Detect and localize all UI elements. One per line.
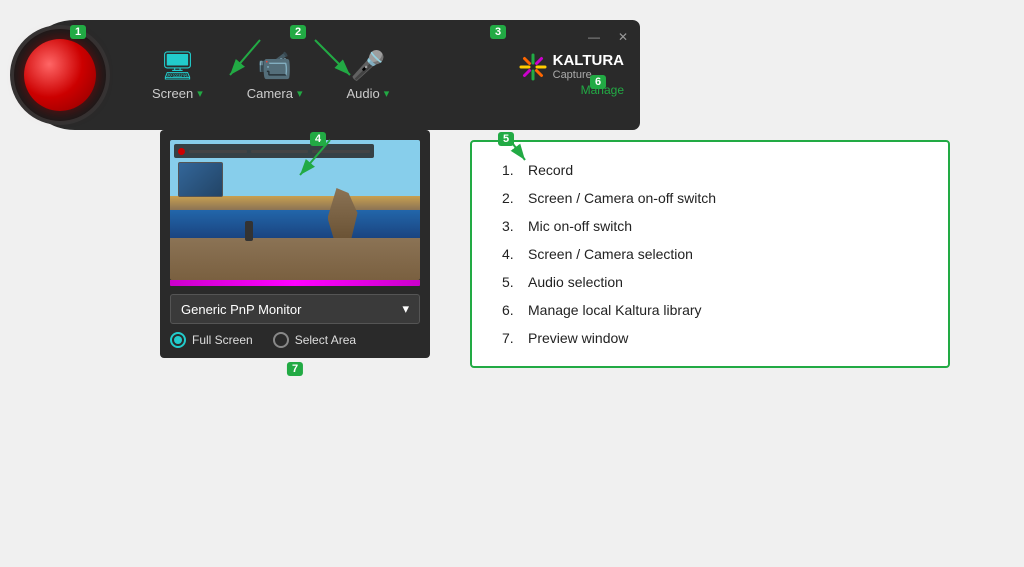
badge-1: 1 (70, 25, 86, 39)
brand-capture-text: Capture (553, 69, 624, 81)
record-button[interactable] (24, 39, 96, 111)
screen-chevron: ▾ (197, 87, 203, 100)
list-item: 6. Manage local Kaltura library (502, 302, 918, 318)
list-item: 3. Mic on-off switch (502, 218, 918, 234)
item-text: Manage local Kaltura library (528, 302, 702, 318)
item-text: Record (528, 162, 573, 178)
monitor-selector[interactable]: Generic PnP Monitor ▾ (170, 294, 420, 324)
item-text: Screen / Camera on-off switch (528, 190, 716, 206)
list-item: 1. Record (502, 162, 918, 178)
mic-icon: 🎤 (350, 49, 385, 82)
toolbar: — ✕ 🖥 Screen ▾ 📹 Camera ▾ 🎤 (20, 20, 640, 130)
minimize-button[interactable]: — (584, 28, 604, 46)
preview-cam-mini (178, 162, 223, 197)
list-item: 4. Screen / Camera selection (502, 246, 918, 262)
close-button[interactable]: ✕ (614, 28, 632, 46)
item-num: 4. (502, 246, 522, 262)
screen-icon: 🖥 (160, 49, 196, 82)
preview-options: Full Screen Select Area (170, 332, 420, 348)
badge-2: 2 (290, 25, 306, 39)
brand-kaltura-text: KALTURA (553, 53, 624, 70)
monitor-chevron: ▾ (402, 301, 409, 317)
camera-chevron: ▾ (297, 87, 303, 100)
item-text: Audio selection (528, 274, 623, 290)
select-area-option[interactable]: Select Area (273, 332, 356, 348)
preview-panel: 7 Generic PnP Monitor ▾ Full Screen Sele… (160, 130, 430, 358)
preview-person (245, 221, 253, 241)
badge-6: 6 (590, 75, 606, 89)
select-area-radio[interactable] (273, 332, 289, 348)
item-num: 1. (502, 162, 522, 178)
audio-label: Audio ▾ (347, 86, 390, 101)
toolbar-controls: 🖥 Screen ▾ 📹 Camera ▾ 🎤 Audio ▾ (130, 49, 624, 101)
list-item: 5. Audio selection (502, 274, 918, 290)
item-num: 2. (502, 190, 522, 206)
item-num: 6. (502, 302, 522, 318)
screen-label: Screen ▾ (152, 86, 203, 101)
main-container: — ✕ 🖥 Screen ▾ 📹 Camera ▾ 🎤 (20, 20, 1000, 550)
preview-rec-dot (178, 148, 185, 155)
item-text: Screen / Camera selection (528, 246, 693, 262)
info-list: 1. Record 2. Screen / Camera on-off swit… (502, 162, 918, 346)
badge-3: 3 (490, 25, 506, 39)
info-panel: 1. Record 2. Screen / Camera on-off swit… (470, 140, 950, 368)
camera-icon: 📹 (257, 49, 292, 82)
preview-mini-bar3 (312, 150, 370, 153)
audio-chevron: ▾ (384, 87, 390, 100)
radio-inner (174, 336, 182, 344)
list-item: 7. Preview window (502, 330, 918, 346)
screen-control[interactable]: 🖥 Screen ▾ (130, 49, 225, 101)
camera-label: Camera ▾ (247, 86, 303, 101)
list-item: 2. Screen / Camera on-off switch (502, 190, 918, 206)
brand-logo: KALTURA Capture (519, 53, 624, 82)
badge-5: 5 (498, 132, 514, 146)
audio-control[interactable]: 🎤 Audio ▾ (325, 49, 412, 101)
record-button-wrap (10, 25, 110, 125)
full-screen-label: Full Screen (192, 333, 253, 347)
camera-control[interactable]: 📹 Camera ▾ (225, 49, 325, 101)
item-num: 3. (502, 218, 522, 234)
kaltura-icon (519, 53, 547, 81)
select-area-label: Select Area (295, 333, 356, 347)
preview-rock (328, 188, 358, 238)
item-text: Preview window (528, 330, 628, 346)
badge-7: 7 (287, 362, 303, 376)
window-controls: — ✕ (584, 28, 632, 46)
preview-mini-bar (189, 150, 247, 153)
item-num: 5. (502, 274, 522, 290)
badge-4: 4 (310, 132, 326, 146)
preview-magenta-bar (170, 280, 420, 286)
preview-image (170, 140, 420, 280)
brand-section: KALTURA Capture Manage (509, 53, 624, 98)
monitor-label: Generic PnP Monitor (181, 302, 301, 317)
preview-mini-bar2 (251, 150, 309, 153)
item-num: 7. (502, 330, 522, 346)
preview-mini-toolbar (174, 144, 374, 158)
item-text: Mic on-off switch (528, 218, 632, 234)
full-screen-radio[interactable] (170, 332, 186, 348)
brand-name: KALTURA Capture (553, 53, 624, 82)
full-screen-option[interactable]: Full Screen (170, 332, 253, 348)
